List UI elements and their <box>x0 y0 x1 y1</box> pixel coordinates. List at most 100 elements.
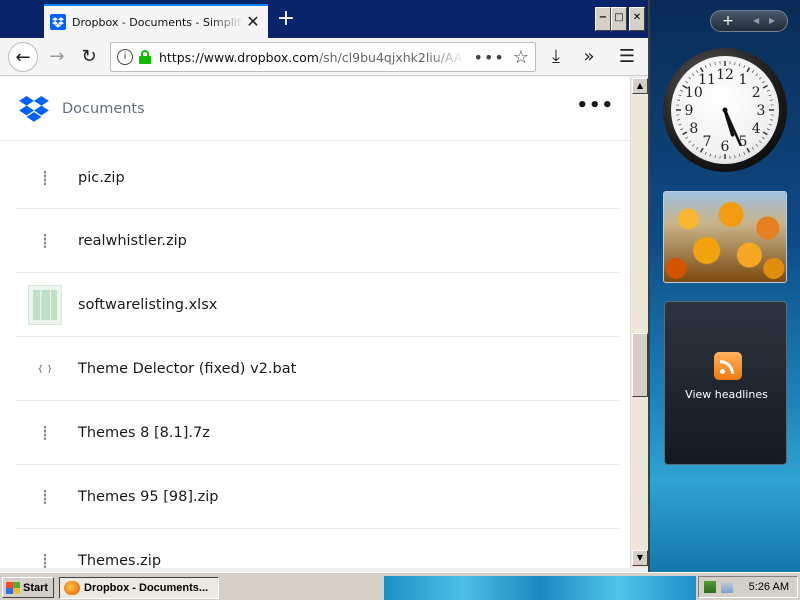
clock-number: 8 <box>689 121 698 137</box>
clock-tick <box>688 76 692 80</box>
clock-gadget[interactable]: 12 1 2 3 4 5 6 7 8 9 10 11 <box>663 48 787 172</box>
clock-number: 2 <box>752 85 761 101</box>
clock-tick <box>678 94 682 97</box>
scroll-up-button[interactable]: ▲ <box>632 78 648 94</box>
clock-tick <box>768 94 772 97</box>
clock-tick <box>766 89 770 92</box>
previous-page-icon[interactable]: ◀ <box>753 13 759 29</box>
clock-tick <box>704 151 707 155</box>
file-name[interactable]: Theme Delector (fixed) v2.bat <box>78 361 296 377</box>
clock-tick <box>677 99 681 101</box>
maximize-button[interactable]: □ <box>611 7 627 31</box>
clock-tick <box>755 73 759 77</box>
clock-tick <box>688 140 692 144</box>
new-tab-button[interactable]: + <box>274 8 298 32</box>
rss-icon <box>714 352 742 380</box>
clock-tick <box>766 128 770 131</box>
overflow-menu-icon[interactable]: » <box>576 44 602 70</box>
next-page-icon[interactable]: ▶ <box>769 13 775 29</box>
vertical-scrollbar[interactable]: ▲ ▼ <box>630 77 648 568</box>
reload-button[interactable]: ↻ <box>74 42 104 72</box>
clock-tick <box>743 65 746 69</box>
clock-number: 12 <box>716 67 734 83</box>
start-button[interactable]: Start <box>2 577 54 598</box>
file-name[interactable]: Themes.zip <box>78 553 161 569</box>
clock-tick <box>709 63 712 67</box>
view-headlines-link[interactable]: View headlines <box>665 388 788 401</box>
title-bar: Dropbox - Documents - Simplify yo ✕ + − … <box>0 0 648 38</box>
file-name[interactable]: Themes 95 [98].zip <box>78 489 218 505</box>
file-row[interactable]: Themes.zip <box>16 529 619 569</box>
more-options-button[interactable]: ••• <box>576 97 614 115</box>
clock-tick <box>758 76 762 80</box>
title-bar-left <box>0 0 44 38</box>
clock-number: 6 <box>721 139 730 155</box>
download-icon[interactable]: ⤓ <box>543 44 569 70</box>
code-file-icon <box>28 349 62 389</box>
clock-tick <box>685 136 688 140</box>
file-name[interactable]: softwarelisting.xlsx <box>78 297 217 313</box>
lock-icon[interactable] <box>139 50 151 64</box>
tray-app-icon[interactable] <box>704 581 716 593</box>
forward-button[interactable]: → <box>42 42 72 72</box>
clock-tick <box>704 65 707 69</box>
feed-headlines-gadget[interactable]: View headlines <box>664 301 787 465</box>
clock-tick <box>751 70 755 73</box>
clock-number: 4 <box>752 121 761 137</box>
dropbox-logo-icon[interactable] <box>18 95 50 122</box>
clock-tick <box>769 99 773 101</box>
clock-tick <box>762 80 765 84</box>
close-tab-icon[interactable]: ✕ <box>244 13 262 31</box>
spreadsheet-thumbnail-icon <box>28 284 62 325</box>
page-actions-button[interactable]: ••• <box>474 48 505 67</box>
clock-tick <box>762 84 768 89</box>
add-gadget-button[interactable]: + <box>717 12 739 30</box>
file-row[interactable]: Theme Delector (fixed) v2.bat <box>16 337 619 401</box>
clock-tick <box>680 89 684 92</box>
scroll-down-button[interactable]: ▼ <box>632 550 648 566</box>
page-content: Documents ••• pic.zip realwhistler.zip s… <box>0 77 630 568</box>
taskbar-item-label: Dropbox - Documents... <box>84 582 209 594</box>
file-row[interactable]: softwarelisting.xlsx <box>16 273 619 337</box>
zip-file-icon <box>28 413 62 453</box>
clock-number: 3 <box>757 103 766 119</box>
url-text[interactable]: https://www.dropbox.com/sh/cl9bu4qjxhk2l… <box>159 50 466 65</box>
browser-window: Dropbox - Documents - Simplify yo ✕ + − … <box>0 0 650 572</box>
file-row[interactable]: pic.zip <box>16 147 619 209</box>
info-icon[interactable]: i <box>117 49 133 65</box>
bookmark-star-icon[interactable]: ☆ <box>513 47 529 68</box>
clock-tick <box>738 63 741 67</box>
clock-tick <box>734 62 736 66</box>
page-title: Documents <box>62 100 145 117</box>
clock-tick <box>762 131 768 136</box>
slideshow-gadget[interactable] <box>663 191 787 283</box>
hamburger-menu-icon[interactable]: ☰ <box>614 44 640 70</box>
start-label: Start <box>23 581 49 594</box>
clock-number: 11 <box>698 72 716 88</box>
clock-tick <box>751 147 755 150</box>
clock-tick <box>769 119 773 121</box>
file-row[interactable]: Themes 95 [98].zip <box>16 465 619 529</box>
file-row[interactable]: Themes 8 [8.1].7z <box>16 401 619 465</box>
clock-number: 1 <box>739 72 748 88</box>
back-button[interactable]: ← <box>8 42 38 72</box>
taskbar-item-browser[interactable]: Dropbox - Documents... <box>59 577 219 599</box>
windows-logo-icon <box>6 581 20 594</box>
file-row[interactable]: realwhistler.zip <box>16 209 619 273</box>
address-bar[interactable]: i https://www.dropbox.com/sh/cl9bu4qjxhk… <box>110 42 536 72</box>
clock-tick <box>762 136 765 140</box>
clock-tick <box>758 140 762 144</box>
scrollbar-thumb[interactable] <box>632 333 648 397</box>
tab-dropbox[interactable]: Dropbox - Documents - Simplify yo ✕ <box>44 4 268 38</box>
file-name[interactable]: Themes 8 [8.1].7z <box>78 425 210 441</box>
zip-file-icon <box>28 477 62 517</box>
navigation-toolbar: ← → ↻ i https://www.dropbox.com/sh/cl9bu… <box>0 38 648 76</box>
close-window-button[interactable]: ✕ <box>629 7 645 31</box>
file-name[interactable]: realwhistler.zip <box>78 233 187 249</box>
taskbar: Start Dropbox - Documents... 5:26 AM <box>0 572 800 600</box>
tab-title: Dropbox - Documents - Simplify yo <box>72 15 244 29</box>
taskbar-clock[interactable]: 5:26 AM <box>749 581 789 593</box>
network-icon[interactable] <box>721 581 733 593</box>
minimize-button[interactable]: − <box>595 7 611 31</box>
file-name[interactable]: pic.zip <box>78 170 125 186</box>
